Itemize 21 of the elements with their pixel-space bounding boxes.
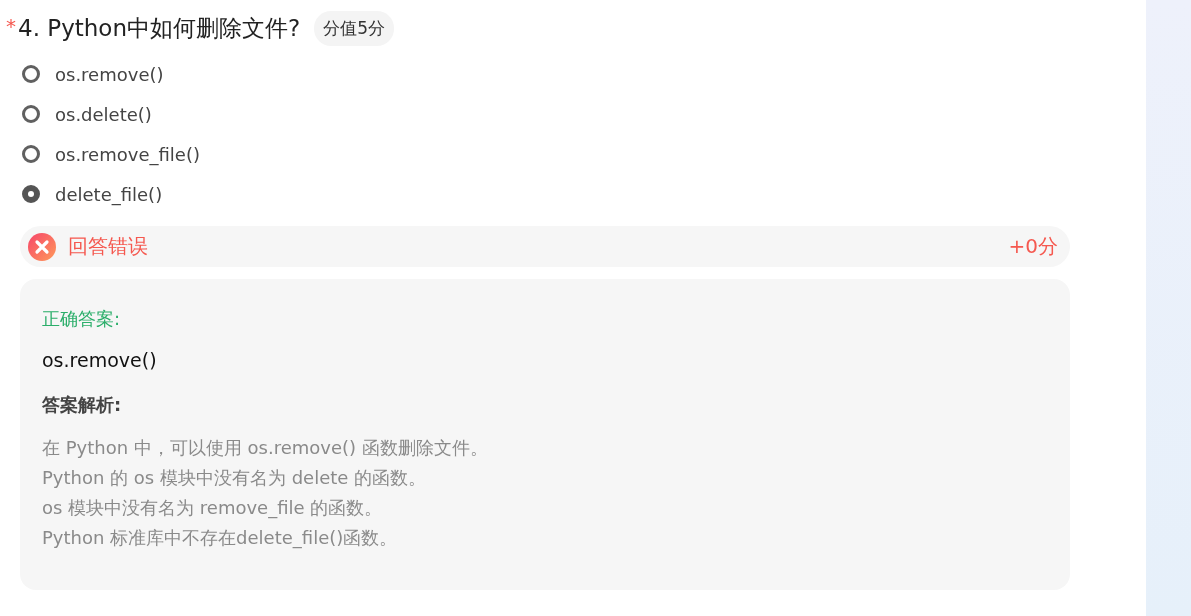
radio-button[interactable] xyxy=(22,145,40,163)
result-score: +0分 xyxy=(1008,233,1058,260)
question-title: 4. Python中如何删除文件? xyxy=(18,13,301,43)
option-label[interactable]: os.delete() xyxy=(55,103,152,125)
radio-button[interactable] xyxy=(22,185,40,203)
correct-answer: os.remove() xyxy=(42,349,158,371)
error-icon xyxy=(28,232,56,261)
option-label[interactable]: delete_file() xyxy=(55,183,163,205)
analysis-text: os 模块中没有名为 remove_file 的函数。 xyxy=(42,496,384,521)
radio-button[interactable] xyxy=(22,65,40,83)
analysis-text: Python 的 os 模块中没有名为 delete 的函数。 xyxy=(42,466,428,490)
analysis-label: 答案解析: xyxy=(42,393,123,417)
option-label[interactable]: os.remove() xyxy=(55,63,164,85)
option-label[interactable]: os.remove_file() xyxy=(55,143,200,165)
required-mark: * xyxy=(6,14,16,38)
correct-answer-label: 正确答案: xyxy=(42,307,122,331)
analysis-text: Python 标准库中不存在delete_file()函数。 xyxy=(42,526,399,551)
analysis-text: 在 Python 中，可以使用 os.remove() 函数删除文件。 xyxy=(42,436,489,460)
score-badge: 分值5分 xyxy=(314,10,395,46)
result-text: 回答错误 xyxy=(68,233,148,260)
radio-button[interactable] xyxy=(22,105,40,123)
